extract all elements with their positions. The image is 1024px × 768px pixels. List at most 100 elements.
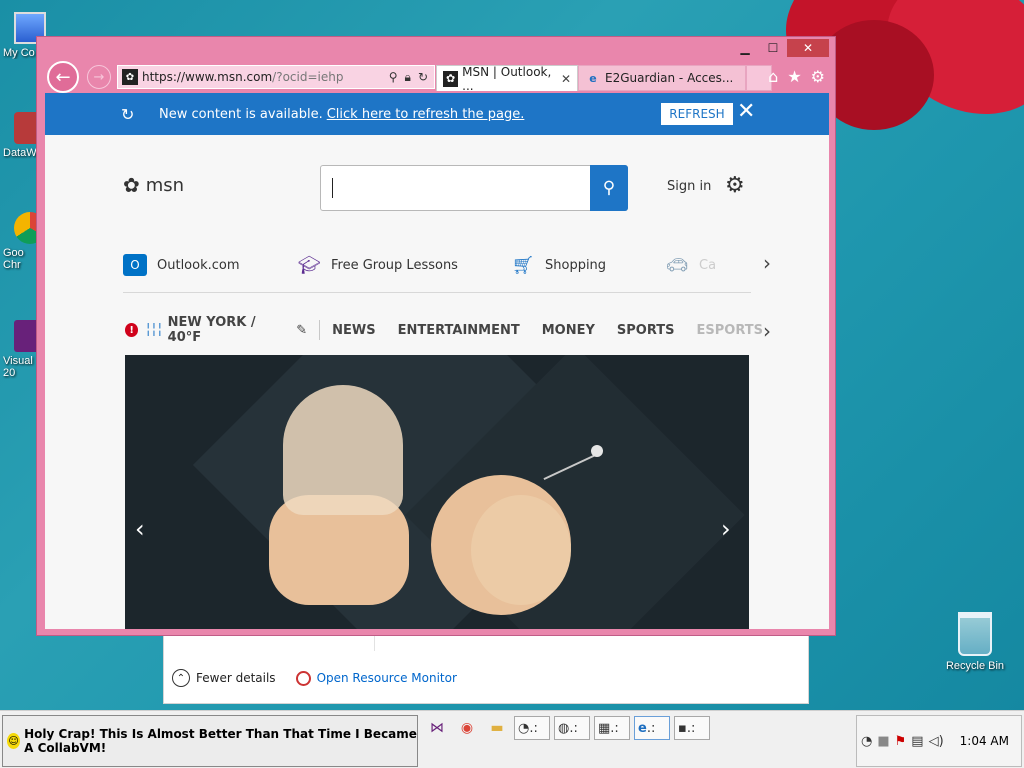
desktop-icon-recycle-bin[interactable]: Recycle Bin	[940, 612, 1010, 672]
carousel-prev-icon[interactable]: ‹	[135, 515, 145, 543]
taskbar-group-cmd[interactable]: ▪.:	[674, 716, 710, 740]
open-resource-monitor-link[interactable]: Open Resource Monitor	[317, 671, 457, 685]
browser-toolbar-icons: ⌂ ★ ⚙	[768, 67, 825, 86]
tab-e2guardian[interactable]: e E2Guardian - Acces...	[578, 65, 746, 91]
settings-gear-icon[interactable]: ⚙	[811, 67, 825, 86]
search-button[interactable]: ⚲	[590, 165, 628, 211]
start-button[interactable]: ☺ Holy Crap! This Is Almost Better Than …	[2, 715, 418, 767]
msn-logo[interactable]: ✿ msn	[123, 173, 184, 197]
weather-alert-icon[interactable]: !	[125, 323, 139, 337]
hearing-aid-image	[269, 385, 409, 605]
taskbar-group-2[interactable]: ◍.:	[554, 716, 590, 740]
rain-icon: ╎╎╎	[144, 322, 164, 338]
taskbar: ☺ Holy Crap! This Is Almost Better Than …	[0, 710, 1024, 768]
shopping-cart-icon: 🛒︎	[511, 254, 535, 276]
url-path: /?ocid=iehp	[272, 70, 344, 84]
tray-app-icon[interactable]: ◔	[861, 734, 872, 749]
refresh-icon: ↻	[121, 104, 135, 124]
browser-window: ▁ ☐ ✕ ← → ✿ https://www.msn.com/?ocid=ie…	[36, 36, 836, 636]
outlook-icon: O	[123, 254, 147, 276]
hearing-aid-image	[431, 445, 603, 625]
system-tray: ◔ ■ ⚑ ▤ ◁) 1:04 AM	[856, 715, 1022, 767]
graduation-cap-icon: 🎓︎	[297, 254, 321, 276]
visual-studio-icon[interactable]: ⋈	[424, 715, 450, 741]
folder-icon[interactable]: ▬	[484, 715, 510, 741]
quicklink-free-group-lessons[interactable]: 🎓︎ Free Group Lessons	[297, 251, 458, 279]
gear-icon[interactable]: ⚙	[725, 173, 745, 198]
resource-monitor-icon	[295, 670, 311, 686]
dismiss-notification-icon[interactable]: ✕	[737, 99, 755, 124]
clock[interactable]: 1:04 AM	[960, 734, 1009, 748]
quicklink-cars[interactable]: 🚗︎ Ca	[665, 251, 716, 279]
navigation-bar: ← → ✿ https://www.msn.com/?ocid=iehp ⚲ 🔒…	[45, 61, 829, 93]
notification-bar: ↻ New content is available. Click here to…	[45, 93, 829, 135]
recycle-bin-icon	[958, 612, 992, 656]
ie-favicon: e	[589, 71, 597, 85]
window-controls: ▁ ☐ ✕	[731, 39, 829, 57]
category-nav: ! ╎╎╎ NEW YORK / 40°F ✎ NEWS ENTERTAINME…	[125, 315, 785, 345]
quicklink-outlook[interactable]: O Outlook.com	[123, 251, 240, 279]
url-host: https://www.msn.com	[142, 70, 273, 84]
site-favicon: ✿	[122, 69, 138, 85]
network-icon: ▦	[598, 720, 611, 736]
chevron-up-icon[interactable]: ⌃	[172, 669, 190, 687]
tab-msn[interactable]: ✿ MSN | Outlook, ... ✕	[436, 64, 578, 93]
nav-esports[interactable]: ESPORTS	[697, 323, 763, 338]
quicklink-shopping[interactable]: 🛒︎ Shopping	[511, 251, 607, 279]
msn-favicon: ✿	[443, 70, 459, 87]
maximize-button[interactable]: ☐	[759, 39, 787, 57]
nav-entertainment[interactable]: ENTERTAINMENT	[398, 323, 520, 338]
car-icon: 🚗︎	[665, 254, 689, 276]
close-window-button[interactable]: ✕	[787, 39, 829, 57]
security-alert-icon[interactable]: ⚑	[895, 734, 907, 749]
tab-label: MSN | Outlook, ...	[462, 64, 552, 93]
back-button[interactable]: ←	[47, 61, 79, 93]
task-manager-window: ⌃ Fewer details Open Resource Monitor	[163, 630, 809, 704]
task-manager-footer: ⌃ Fewer details Open Resource Monitor	[172, 669, 457, 687]
favorites-star-icon[interactable]: ★	[787, 67, 801, 86]
minimize-button[interactable]: ▁	[731, 39, 759, 57]
chevron-right-icon[interactable]: ›	[763, 319, 771, 343]
app-icon: ◔	[518, 720, 530, 736]
globe-icon: ◍	[558, 720, 570, 736]
nav-news[interactable]: NEWS	[332, 323, 375, 338]
fewer-details-button[interactable]: Fewer details	[196, 671, 276, 685]
chevron-right-icon[interactable]: ›	[763, 251, 771, 275]
search-input[interactable]: ⚲	[320, 165, 628, 211]
page-content: ↻ New content is available. Click here to…	[45, 93, 829, 629]
pencil-edit-icon[interactable]: ✎	[296, 323, 307, 338]
carousel-next-icon[interactable]: ›	[721, 515, 731, 543]
tab-label: E2Guardian - Acces...	[605, 71, 734, 85]
arrow-right-icon: →	[93, 69, 105, 85]
home-icon[interactable]: ⌂	[768, 67, 778, 86]
lock-icon[interactable]: 🔒︎	[405, 70, 411, 85]
refresh-button[interactable]: REFRESH	[661, 103, 733, 125]
taskbar-group-1[interactable]: ◔.:	[514, 716, 550, 740]
address-bar[interactable]: ✿ https://www.msn.com/?ocid=iehp ⚲ 🔒︎ ↻	[117, 65, 435, 89]
sign-in-link[interactable]: Sign in	[667, 179, 711, 194]
ie-icon: e	[638, 720, 647, 736]
nav-money[interactable]: MONEY	[542, 323, 595, 338]
notification-message: New content is available.	[159, 106, 323, 122]
refresh-icon[interactable]: ↻	[418, 70, 428, 85]
chrome-icon[interactable]: ◉	[454, 715, 480, 741]
stop-icon[interactable]: ■	[877, 734, 889, 749]
taskbar-group-ie[interactable]: e.:	[634, 716, 670, 740]
network-icon[interactable]: ▤	[911, 734, 923, 749]
hero-carousel[interactable]: ‹ ›	[125, 355, 749, 629]
arrow-left-icon: ←	[55, 66, 71, 88]
smiley-icon: ☺	[7, 733, 21, 749]
cmd-icon: ▪	[678, 720, 687, 736]
quicklinks-bar: O Outlook.com 🎓︎ Free Group Lessons 🛒︎ S…	[123, 251, 751, 293]
refresh-page-link[interactable]: Click here to refresh the page.	[327, 107, 525, 122]
weather-location[interactable]: NEW YORK / 40°F	[168, 315, 287, 345]
forward-button[interactable]: →	[87, 65, 111, 89]
nav-sports[interactable]: SPORTS	[617, 323, 675, 338]
search-icon[interactable]: ⚲	[389, 70, 398, 85]
taskbar-apps: ⋈ ◉ ▬ ◔.: ◍.: ▦.: e.: ▪.:	[424, 715, 710, 741]
taskbar-group-3[interactable]: ▦.:	[594, 716, 630, 740]
close-tab-icon[interactable]: ✕	[561, 72, 571, 86]
butterfly-icon: ✿	[123, 173, 140, 197]
search-icon: ⚲	[602, 178, 616, 198]
volume-icon[interactable]: ◁)	[929, 734, 944, 749]
